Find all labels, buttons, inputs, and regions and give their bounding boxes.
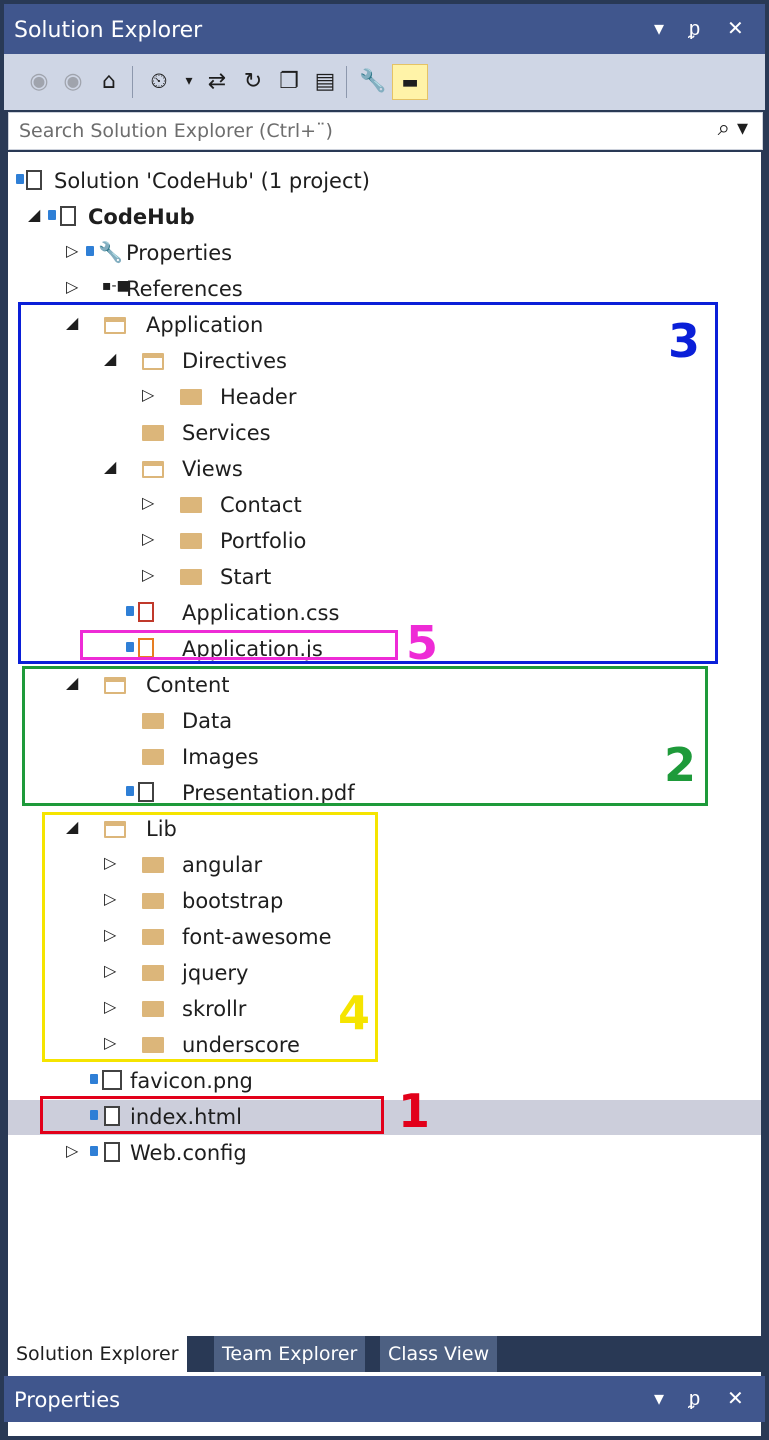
back-icon[interactable]: ◉ xyxy=(22,64,56,98)
properties-body xyxy=(8,1424,761,1436)
tab-team-explorer[interactable]: Team Explorer xyxy=(214,1336,366,1372)
lock-icon xyxy=(16,174,24,184)
tree-item-solution[interactable]: Solution 'CodeHub' (1 project) xyxy=(8,164,761,199)
annotation-number-3: 3 xyxy=(668,314,701,368)
tree-item-label: favicon.png xyxy=(130,1069,253,1093)
collapsed-icon[interactable]: ▷ xyxy=(66,241,78,260)
tree-item-web-config[interactable]: ▷ Web.config xyxy=(8,1136,761,1171)
tree-item-favicon[interactable]: favicon.png xyxy=(8,1064,761,1099)
toolbar-separator xyxy=(346,66,347,98)
lock-icon xyxy=(90,1074,98,1084)
show-all-files-icon[interactable]: ▤ xyxy=(308,64,342,98)
dropdown-icon[interactable]: ▾ xyxy=(654,16,664,40)
annotation-number-4: 4 xyxy=(338,986,371,1040)
wrench-icon: 🔧 xyxy=(98,240,123,264)
refresh-icon[interactable]: ↻ xyxy=(236,64,270,98)
annotation-number-2: 2 xyxy=(664,738,697,792)
solution-icon xyxy=(26,170,42,190)
properties-icon[interactable]: 🔧 xyxy=(356,64,390,98)
properties-title-bar: Properties ▾ ᵱ ✕ xyxy=(4,1376,765,1422)
lock-icon xyxy=(48,210,56,220)
search-input[interactable]: Search Solution Explorer (Ctrl+¨) ⌕ ▾ xyxy=(8,112,763,150)
window-title: Solution Explorer xyxy=(14,18,203,43)
title-bar: Solution Explorer ▾ ᵱ ✕ xyxy=(4,4,765,54)
annotation-number-5: 5 xyxy=(406,616,439,670)
collapse-all-icon[interactable]: ❐ xyxy=(272,64,306,98)
bottom-tab-strip: Solution Explorer Team Explorer Class Vi… xyxy=(8,1336,761,1372)
web-project-icon xyxy=(60,206,76,226)
toolbar-separator xyxy=(132,66,133,98)
tree-item-label: Solution 'CodeHub' (1 project) xyxy=(54,169,370,193)
pin-icon[interactable]: ᵱ xyxy=(689,1386,700,1411)
home-icon[interactable]: ⌂ xyxy=(92,64,126,98)
search-placeholder: Search Solution Explorer (Ctrl+¨) xyxy=(19,120,333,142)
pending-changes-icon[interactable]: ⏲ xyxy=(142,64,176,98)
lock-icon xyxy=(86,246,94,256)
annotation-box-2 xyxy=(22,666,708,806)
forward-icon[interactable]: ◉ xyxy=(56,64,90,98)
tree-item-label: Properties xyxy=(126,241,233,265)
config-file-icon xyxy=(104,1142,120,1162)
dropdown-icon[interactable]: ▾ xyxy=(654,1386,664,1410)
toolbar: ◉ ◉ ⌂ ⏲ ▾ ⇄ ↻ ❐ ▤ 🔧 ▬ xyxy=(4,54,765,110)
tree-bottom-padding xyxy=(8,1328,761,1336)
properties-title: Properties xyxy=(14,1388,121,1412)
tree-item-label: References xyxy=(126,277,243,301)
tab-solution-explorer[interactable]: Solution Explorer xyxy=(8,1336,187,1372)
image-file-icon xyxy=(102,1070,122,1090)
close-icon[interactable]: ✕ xyxy=(727,1386,744,1410)
sync-icon[interactable]: ⇄ xyxy=(200,64,234,98)
tree-item-label: Web.config xyxy=(130,1141,247,1165)
pin-icon[interactable]: ᵱ xyxy=(689,16,700,41)
tab-class-view[interactable]: Class View xyxy=(380,1336,498,1372)
annotation-box-4 xyxy=(42,812,378,1062)
annotation-box-3 xyxy=(18,302,718,664)
close-icon[interactable]: ✕ xyxy=(727,16,744,40)
expanded-icon[interactable]: ◢ xyxy=(28,205,40,224)
collapsed-icon[interactable]: ▷ xyxy=(66,277,78,296)
annotation-box-1 xyxy=(40,1096,384,1134)
annotation-box-5 xyxy=(80,630,398,660)
solution-explorer-window: Solution Explorer ▾ ᵱ ✕ ◉ ◉ ⌂ ⏲ ▾ ⇄ ↻ ❐ … xyxy=(0,0,769,1440)
tree-item-properties[interactable]: ▷ 🔧 Properties xyxy=(8,236,761,271)
tree-item-label: CodeHub xyxy=(88,205,195,229)
collapsed-icon[interactable]: ▷ xyxy=(66,1141,78,1160)
tree-item-codehub[interactable]: ◢ CodeHub xyxy=(8,200,761,235)
lock-icon xyxy=(90,1146,98,1156)
search-icon[interactable]: ⌕ ▾ xyxy=(718,116,748,141)
annotation-number-1: 1 xyxy=(398,1084,431,1138)
solution-tree: Solution 'CodeHub' (1 project) ◢ CodeHub… xyxy=(8,152,761,1434)
preview-icon[interactable]: ▬ xyxy=(392,64,428,100)
